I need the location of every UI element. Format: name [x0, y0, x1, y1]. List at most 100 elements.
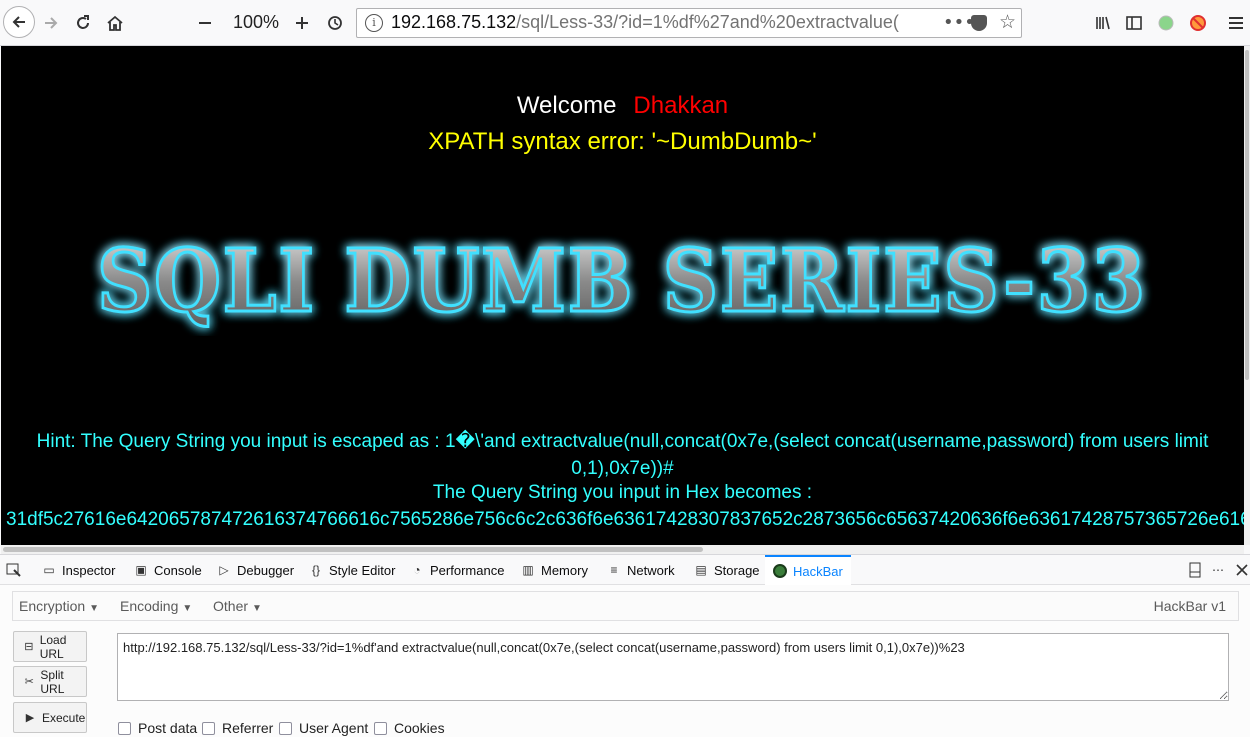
chevron-down-icon: ▼	[182, 603, 193, 614]
referrer-checkbox[interactable]: Referrer	[202, 720, 273, 736]
back-arrow-icon	[12, 16, 25, 28]
horizontal-scroll-thumb[interactable]	[3, 547, 703, 552]
tab-storage[interactable]: ▤ Storage	[694, 555, 760, 585]
tab-label: Inspector	[62, 562, 116, 578]
sidebar-icon	[1126, 16, 1142, 30]
menu-label: Other	[213, 598, 249, 614]
sidebar-button[interactable]	[1119, 8, 1149, 38]
forward-button[interactable]	[36, 8, 66, 38]
tab-label: Storage	[714, 562, 760, 578]
pocket-icon[interactable]	[971, 15, 987, 31]
execute-button[interactable]: ▶ Execute	[13, 702, 87, 733]
site-info-icon[interactable]: i	[365, 14, 383, 32]
url-host: 192.168.75.132	[391, 12, 517, 32]
menu-other[interactable]: Other ▼	[213, 598, 262, 614]
devtools-close-button[interactable]	[1236, 555, 1248, 585]
tab-label: Performance	[430, 562, 505, 578]
pick-element-button[interactable]	[6, 555, 22, 585]
back-button[interactable]	[3, 6, 35, 38]
dock-toggle-button[interactable]	[1188, 555, 1202, 585]
checkbox-label: Post data	[138, 720, 198, 736]
hackbar-icon	[773, 564, 787, 578]
zoom-in-button[interactable]	[287, 8, 317, 38]
devtools-more-button[interactable]: ⋯	[1211, 555, 1225, 585]
menu-encoding[interactable]: Encoding ▼	[120, 598, 192, 614]
tab-hackbar[interactable]: HackBar	[765, 555, 851, 585]
checkbox-box[interactable]	[202, 721, 215, 735]
vertical-scrollbar[interactable]	[1244, 46, 1250, 545]
button-label: Split URL	[40, 667, 65, 696]
devtools-tabbar: ▭ Inspector ▣ Console ▷ Debugger {} Style Ed…	[0, 555, 1250, 585]
chevron-down-icon: ▼	[89, 603, 100, 614]
vertical-scroll-thumb[interactable]	[1245, 50, 1249, 380]
url-text[interactable]: 192.168.75.132/sql/Less-33/?id=1%df%27an…	[391, 12, 931, 36]
welcome-name: Dhakkan	[633, 92, 729, 119]
sqli-banner-logo: SQLI DUMB SERIES-33	[96, 230, 1147, 334]
style-editor-icon: {}	[311, 563, 320, 577]
bookmark-star-icon[interactable]: ☆	[999, 11, 1016, 33]
welcome-line: Welcome Dhakkan	[1, 92, 1244, 120]
tab-label: HackBar	[793, 563, 843, 579]
forward-arrow-icon	[45, 17, 58, 29]
hex-value: 31df5c27616e642065787472616374766616c756…	[6, 509, 1244, 530]
cookies-checkbox[interactable]: Cookies	[374, 720, 445, 736]
extension-green-button[interactable]	[1151, 8, 1181, 38]
history-button[interactable]	[320, 8, 350, 38]
menu-encryption[interactable]: Encryption ▼	[19, 598, 99, 614]
user-agent-checkbox[interactable]: User Agent	[279, 720, 368, 736]
tab-style-editor[interactable]: {} Style Editor	[309, 555, 396, 585]
history-icon	[328, 16, 342, 30]
tab-inspector[interactable]: ▭ Inspector	[42, 555, 115, 585]
tab-label: Network	[627, 562, 675, 578]
devtools-panel: ▭ Inspector ▣ Console ▷ Debugger {} Style Ed…	[0, 554, 1250, 737]
tab-console[interactable]: ▣ Console	[134, 555, 202, 585]
home-icon	[107, 15, 123, 31]
extension-blocker-button[interactable]	[1183, 8, 1213, 38]
console-icon: ▣	[135, 563, 147, 577]
checkbox-box[interactable]	[374, 721, 387, 735]
minus-icon	[199, 22, 211, 24]
close-icon	[1236, 564, 1248, 576]
tab-performance[interactable]: ◔ Performance	[410, 555, 504, 585]
button-label: Load URL	[39, 632, 67, 661]
storage-icon: ▤	[695, 563, 707, 577]
checkbox-box[interactable]	[118, 721, 131, 735]
checkbox-box[interactable]	[279, 721, 292, 735]
tab-label: Console	[154, 562, 202, 578]
tab-label: Memory	[541, 562, 588, 578]
welcome-text: Welcome	[516, 92, 617, 119]
more-icon: ⋯	[1212, 563, 1224, 577]
menu-button[interactable]	[1221, 8, 1250, 38]
split-url-button[interactable]: ✂ Split URL	[13, 666, 87, 697]
memory-icon: ▥	[522, 563, 534, 577]
url-bar[interactable]: i 192.168.75.132/sql/Less-33/?id=1%df%27…	[356, 8, 1022, 38]
zoom-out-button[interactable]	[190, 8, 220, 38]
tab-debugger[interactable]: ▷ Debugger	[217, 555, 294, 585]
library-button[interactable]	[1088, 8, 1118, 38]
tab-memory[interactable]: ▥ Memory	[521, 555, 588, 585]
page-content: Welcome Dhakkan XPATH syntax error: '~Dum…	[1, 46, 1244, 545]
url-path: /sql/Less-33/?id=1%df%27and%20extractval…	[516, 12, 899, 32]
hamburger-menu-icon	[1229, 17, 1243, 29]
pick-element-icon	[6, 563, 21, 577]
home-button[interactable]	[100, 8, 130, 38]
chevron-down-icon: ▼	[252, 603, 262, 614]
load-url-button[interactable]: ⊟ Load URL	[13, 631, 87, 662]
hint-text: Hint: The Query String you input is esca…	[36, 431, 1209, 479]
post-data-checkbox[interactable]: Post data	[118, 720, 197, 736]
load-icon: ⊟	[24, 640, 34, 653]
tab-label: Debugger	[237, 562, 295, 578]
hackbar-menu: Encryption ▼ Encoding ▼ Other ▼ HackBar v1	[12, 591, 1239, 621]
reload-button[interactable]	[68, 8, 98, 38]
url-textarea[interactable]: http://192.168.75.132/sql/Less-33/?id=1%…	[117, 633, 1229, 701]
horizontal-scrollbar[interactable]	[1, 545, 1244, 554]
checkbox-label: Referrer	[222, 720, 274, 736]
performance-icon: ◔	[413, 563, 421, 577]
checkbox-label: Cookies	[394, 720, 445, 736]
tab-network[interactable]: ≡ Network	[607, 555, 675, 585]
plus-icon	[296, 17, 308, 29]
dock-icon	[1189, 562, 1201, 578]
zoom-level[interactable]: 100%	[226, 12, 286, 33]
network-icon: ≡	[610, 563, 618, 577]
banner-title: SQLI DUMB SERIES-33	[97, 231, 1147, 332]
